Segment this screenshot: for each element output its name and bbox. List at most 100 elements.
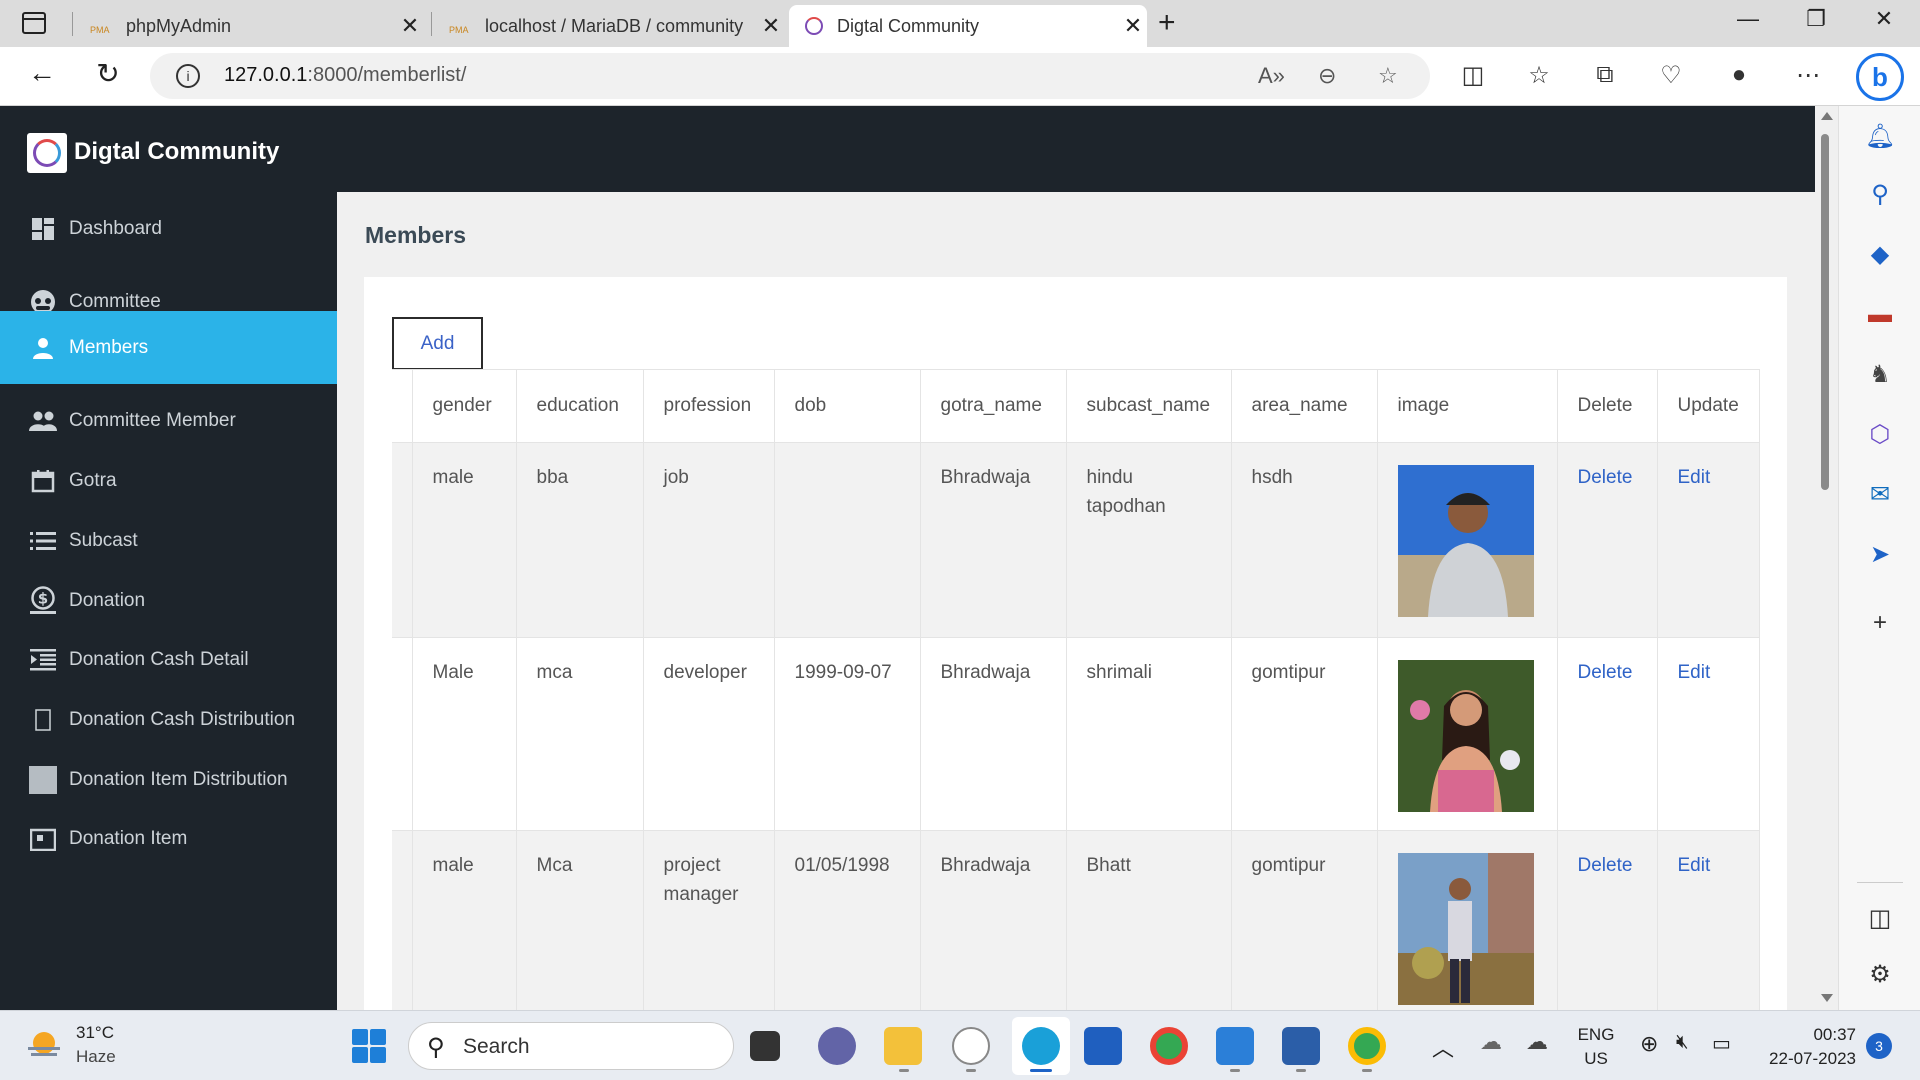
delete-link[interactable]: Delete <box>1578 855 1633 876</box>
more-options-icon[interactable]: ⋯ <box>1790 61 1826 90</box>
collections-icon[interactable]: ⧉ <box>1587 61 1623 89</box>
app-icon[interactable] <box>952 1027 990 1065</box>
tools-icon[interactable]: ▬ <box>1863 298 1897 332</box>
tab-phpmyadmin[interactable]: PMA phpMyAdmin ✕ <box>74 5 424 47</box>
sidebar-item-members[interactable]: Members <box>0 311 337 384</box>
running-indicator <box>966 1069 976 1072</box>
tab-digtal-community[interactable]: Digtal Community ✕ <box>789 5 1147 47</box>
url-text[interactable]: 127.0.0.1:8000/memberlist/ <box>224 64 466 87</box>
pma-icon: PMA <box>90 25 110 35</box>
read-aloud-icon[interactable]: A» <box>1258 63 1285 89</box>
search-label: Search <box>463 1035 530 1058</box>
delete-link[interactable]: Delete <box>1578 662 1633 683</box>
table-header-cell: area_name <box>1231 369 1378 443</box>
person-icon <box>29 335 57 361</box>
table-cell: mca <box>516 637 644 831</box>
windows-taskbar: 31°C Haze ⚲ Search ︿ ☁ ☁ ENG US ⊕ 🔇︎ ▭ 0… <box>0 1010 1920 1080</box>
cloud-sync-icon[interactable]: ☁ <box>1526 1029 1548 1055</box>
tab-separator <box>72 12 73 36</box>
file-explorer-icon[interactable] <box>884 1027 922 1065</box>
edit-link[interactable]: Edit <box>1678 662 1711 683</box>
weather-description[interactable]: Haze <box>76 1047 116 1067</box>
sidebar-item-label: Donation Cash Distribution <box>69 708 296 730</box>
add-icon[interactable]: + <box>1863 606 1897 640</box>
teams-chat-icon[interactable] <box>818 1027 856 1065</box>
running-indicator <box>899 1069 909 1072</box>
page-scrollbar[interactable] <box>1815 106 1835 1010</box>
new-tab-icon[interactable]: + <box>1158 6 1176 40</box>
bing-copilot-icon[interactable]: b <box>1856 53 1904 101</box>
sidebar-item-dashboard[interactable]: Dashboard <box>0 192 337 265</box>
onedrive-icon[interactable]: ☁ <box>1480 1029 1502 1055</box>
community-logo-icon[interactable] <box>27 133 67 173</box>
sidebar-toggle-icon[interactable]: ◫ <box>1863 902 1897 936</box>
chevron-up-icon[interactable]: ︿ <box>1432 1031 1454 1063</box>
window-close-icon[interactable]: ✕ <box>1864 6 1904 32</box>
url-bar[interactable]: i 127.0.0.1:8000/memberlist/ A» ⊖ ☆ <box>150 53 1430 99</box>
speaker-muted-icon[interactable]: 🔇︎ <box>1676 1031 1689 1054</box>
zoom-out-icon[interactable]: ⊖ <box>1318 63 1336 89</box>
task-view-icon[interactable] <box>750 1031 780 1061</box>
divider <box>1857 882 1903 883</box>
active-indicator <box>1030 1069 1052 1072</box>
microsoft-store-icon[interactable] <box>1084 1027 1122 1065</box>
member-photo <box>1397 853 1534 1005</box>
minimize-icon[interactable]: — <box>1728 6 1768 32</box>
games-icon[interactable]: ♞ <box>1863 358 1897 392</box>
scroll-down-icon[interactable] <box>1821 994 1833 1002</box>
shopping-tag-icon[interactable]: ◆ <box>1863 238 1897 272</box>
scroll-up-icon[interactable] <box>1821 112 1833 120</box>
close-icon[interactable]: ✕ <box>396 13 424 39</box>
sidebar-item-label: Committee Member <box>69 409 236 431</box>
scroll-thumb[interactable] <box>1821 134 1829 490</box>
microsoft365-icon[interactable]: ⬡ <box>1863 418 1897 452</box>
chrome-icon[interactable] <box>1150 1027 1188 1065</box>
table-header-cell: Delete <box>1557 369 1658 443</box>
weather-temperature[interactable]: 31°C <box>76 1023 114 1043</box>
vscode-icon[interactable] <box>1216 1027 1254 1065</box>
info-icon[interactable]: i <box>176 64 200 88</box>
notification-bell-icon[interactable]: 🔔︎ <box>1863 120 1897 154</box>
chrome-profile-icon[interactable] <box>1348 1027 1386 1065</box>
community-logo-icon <box>805 17 823 35</box>
battery-icon[interactable]: ▭ <box>1712 1031 1731 1056</box>
members-table: gender education profession dob gotra_na… <box>392 369 1760 1010</box>
close-icon[interactable]: ✕ <box>757 13 785 39</box>
settings-gear-icon[interactable]: ⚙ <box>1863 958 1897 992</box>
send-icon[interactable]: ➤ <box>1863 538 1897 572</box>
svg-text:$: $ <box>38 589 48 607</box>
split-screen-icon[interactable]: ◫ <box>1455 61 1491 90</box>
tab-mariadb[interactable]: PMA localhost / MariaDB / community ✕ <box>433 5 785 47</box>
favorites-icon[interactable]: ☆ <box>1521 61 1557 90</box>
table-cell: 1999-09-07 <box>774 637 921 831</box>
back-arrow-icon[interactable]: ← <box>22 57 62 89</box>
delete-link[interactable]: Delete <box>1578 467 1633 488</box>
weather-haze-icon[interactable] <box>26 1029 62 1061</box>
indent-list-icon <box>29 647 57 673</box>
network-globe-icon[interactable]: ⊕ <box>1640 1031 1658 1057</box>
language-indicator[interactable]: ENG US <box>1576 1023 1616 1071</box>
edge-sidebar: 🔔︎ ⚲ ◆ ▬ ♞ ⬡ ✉ ➤ + ◫ ⚙ <box>1838 106 1920 1010</box>
notification-badge[interactable]: 3 <box>1866 1033 1892 1059</box>
outlook-icon[interactable]: ✉ <box>1863 478 1897 512</box>
tab-label: localhost / MariaDB / community <box>485 15 744 36</box>
close-icon[interactable]: ✕ <box>1119 13 1147 39</box>
windows-start-icon[interactable] <box>352 1029 386 1063</box>
sidebar-item-donation-item[interactable]: Donation Item <box>0 802 337 875</box>
tab-actions-icon[interactable] <box>22 12 46 34</box>
profile-icon[interactable]: ● <box>1721 61 1757 89</box>
edge-browser-icon[interactable] <box>1022 1027 1060 1065</box>
favorite-star-icon[interactable]: ☆ <box>1378 63 1398 89</box>
restore-icon[interactable]: ❐ <box>1796 6 1836 32</box>
edit-link[interactable]: Edit <box>1678 467 1711 488</box>
brand-name[interactable]: Digtal Community <box>74 138 279 166</box>
system-clock[interactable]: 00:37 22-07-2023 <box>1752 1023 1856 1071</box>
taskbar-search[interactable]: ⚲ Search <box>408 1022 734 1070</box>
search-icon[interactable]: ⚲ <box>1863 178 1897 212</box>
add-member-button[interactable]: Add <box>392 317 483 370</box>
refresh-icon[interactable]: ↻ <box>88 57 128 90</box>
edit-link[interactable]: Edit <box>1678 855 1711 876</box>
performance-icon[interactable]: ♡ <box>1653 61 1689 90</box>
tab-separator <box>431 12 432 36</box>
word-icon[interactable] <box>1282 1027 1320 1065</box>
